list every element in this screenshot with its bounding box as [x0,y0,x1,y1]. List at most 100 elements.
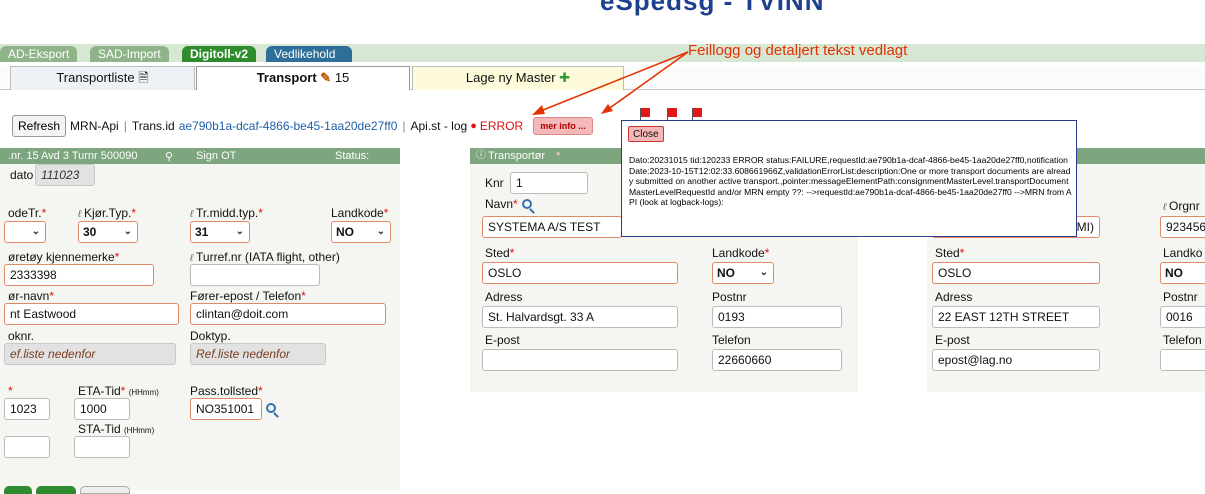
kjortyp-label: ℓ Kjør.Typ.* [78,206,137,220]
transporter-telefon-field[interactable]: 22660660 [712,349,842,371]
bottom-button[interactable] [80,486,130,494]
receiver-postnr-field[interactable]: 0016 [1160,306,1205,328]
forer-navn-field[interactable]: nt Eastwood [4,303,179,325]
telefon-label: Telefon [1163,333,1202,347]
landkode-label: Landko [1163,246,1203,260]
sted-label: Sted* [935,246,965,260]
tab-sad-import[interactable]: SAD-Import [90,46,169,62]
search-icon[interactable]: ⚲ [165,149,173,165]
doktyp-label: Doktyp. [190,329,231,343]
kodetr-select[interactable]: ⌄ [4,221,46,243]
kjennemerke-field[interactable]: 2333398 [4,264,154,286]
trmidd-select[interactable]: 31 ⌄ [190,221,250,243]
bottom-button[interactable] [4,486,32,494]
receiver-orgnr-field[interactable]: 923456 [1160,216,1205,238]
sta-tid-field[interactable] [74,436,130,458]
transporter-sted-field[interactable]: OSLO [482,262,678,284]
api-status-label: Api.st - log [410,119,468,133]
forer-navn-label: ør-navn* [8,289,55,303]
search-icon[interactable] [522,199,532,209]
sta-date-field[interactable] [4,436,50,458]
app-title: eSpedsg - TVINN [600,0,825,16]
transport-panel-header: .nr. 15 Avd 3 Turnr 500090 ⚲ Sign OT Sta… [0,148,400,164]
tab-ad-eksport[interactable]: AD-Eksport [0,46,78,62]
tab-vedlikehold[interactable]: Vedlikehold [266,46,352,62]
tab-transport-label: Transport [256,70,317,85]
forer-epost-label: Fører-epost / Telefon* [190,289,306,303]
landkode-label: Landkode* [331,206,389,220]
error-status: ERROR [479,119,524,133]
telefon-label: Telefon [712,333,751,347]
postnr-label: Postnr [1163,290,1198,304]
postnr-label: Postnr [712,290,747,304]
transporter-adress-field[interactable]: St. Halvardsgt. 33 A [482,306,678,328]
tab-transportliste[interactable]: Transportliste 🗎 [10,66,195,90]
epost-label: E-post [935,333,970,347]
kjortyp-select[interactable]: 30 ⌄ [78,221,138,243]
pencil-icon: ✎ [320,70,332,85]
sta-tid-label: STA-Tid (HHmm) [78,422,155,436]
doknr-label: oknr. [8,329,35,343]
turref-field[interactable] [190,264,320,286]
pass-tollsted-label: Pass.tollsted* [190,384,263,398]
kodetr-label: odeTr.* [8,206,47,220]
forer-epost-field[interactable]: clintan@doit.com [190,303,386,325]
receiver-sted-field[interactable]: OSLO [932,262,1100,284]
transporter-header-text: Transportør [488,150,546,162]
dato-field[interactable]: 111023 [35,164,95,186]
error-dot-icon: ● [470,120,477,132]
transporter-epost-field[interactable] [482,349,678,371]
mer-info-button[interactable]: mer info ... [533,117,593,135]
mrn-api-label: MRN-Api [70,119,119,133]
knr-field[interactable]: 1 [510,172,588,194]
eta-date-field[interactable]: 1023 [4,398,50,420]
eta-date-label: * [8,384,13,398]
receiver-adress-field[interactable]: 22 EAST 12TH STREET [932,306,1100,328]
doknr-field: ef.liste nedenfor [4,343,176,365]
error-log-popup: Close Dato:20231015 tid:120233 ERROR sta… [621,120,1077,237]
close-button[interactable]: Close [628,126,664,142]
epost-label: E-post [485,333,520,347]
document-icon: 🗎 [138,70,149,85]
refresh-button[interactable]: Refresh [12,115,67,137]
toolbar: Refresh MRN-Api | Trans.id ae790b1a-dcaf… [0,114,640,138]
dato-label: dato [10,168,34,182]
adress-label: Adress [935,290,973,304]
transporter-landkode-select[interactable]: NO ⌄ [712,262,774,284]
kjennemerke-label: øretøy kjennemerke* [8,250,120,264]
bottom-button[interactable] [36,486,76,494]
flag-icon[interactable] [692,108,702,122]
sted-label: Sted* [485,246,515,260]
receiver-epost-field[interactable]: epost@lag.no [932,349,1100,371]
flag-icon[interactable] [640,108,650,122]
knr-label: Knr [485,176,504,190]
trans-id-label: Trans.id [131,119,175,133]
tab-transport[interactable]: Transport ✎ 15 [196,66,410,90]
trmidd-label: ℓ Tr.midd.typ.* [190,206,263,220]
turref-label: ℓ Turref.nr (IATA flight, other) [190,250,340,264]
pass-tollsted-field[interactable]: NO351001 [190,398,262,420]
tab-digitoll-v2[interactable]: Digitoll-v2 [182,46,257,62]
eta-tid-field[interactable]: 1000 [74,398,130,420]
adress-label: Adress [485,290,523,304]
transporter-postnr-field[interactable]: 0193 [712,306,842,328]
tab-transportliste-label: Transportliste [56,70,135,85]
navn-label: Navn* [485,197,518,211]
landkode-label: Landkode* [712,246,770,260]
receiver-telefon-field[interactable] [1160,349,1205,371]
flag-icon[interactable] [667,108,677,122]
doktyp-field: Ref.liste nedenfor [190,343,326,365]
error-log-text: Dato:20231015 tid:120233 ERROR status:FA… [629,155,1072,207]
transporter-navn-field[interactable]: SYSTEMA A/S TEST [482,216,622,238]
status-label: Status: [335,150,370,162]
eta-tid-label: ETA-Tid* (HHmm) [78,384,159,398]
receiver-landkode-select[interactable]: NO [1160,262,1205,284]
trans-id-link[interactable]: ae790b1a-dcaf-4866-be45-1aa20de27ff0 [179,119,398,133]
transport-header-text: .nr. 15 Avd 3 Turnr 500090 [8,150,138,162]
search-icon[interactable] [266,403,276,413]
sign-label: Sign OT [196,150,237,162]
annotation-text: Feillogg og detaljert tekst vedlagt [688,42,908,59]
tab-transport-count: 15 [334,70,350,85]
landkode-select[interactable]: NO ⌄ [331,221,391,243]
info-icon: ⓘ [476,150,486,161]
